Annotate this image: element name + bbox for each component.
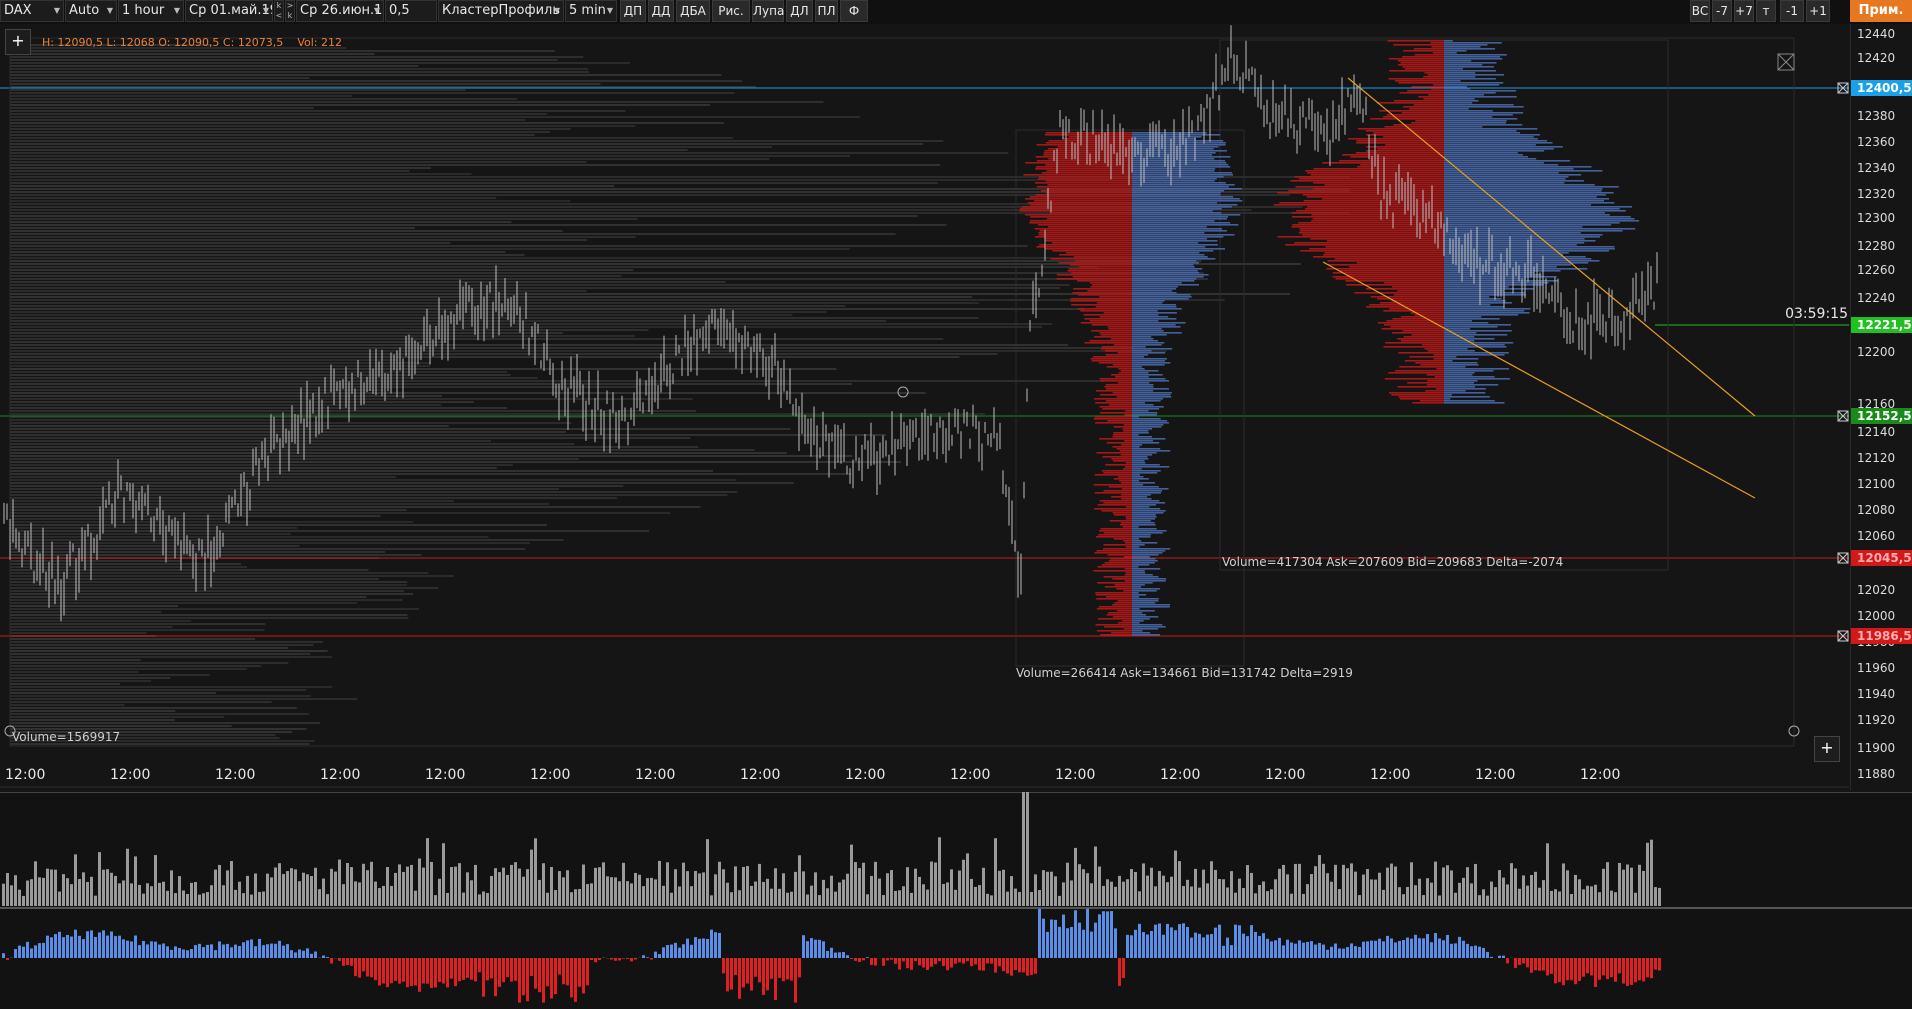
symbol-value: DAX [4,3,32,18]
tool-button-0[interactable]: ДП [620,0,646,22]
time-tick: 12:00 [110,767,151,783]
tick-size-input[interactable]: 0,5 [385,0,437,22]
time-tick: 12:00 [1475,767,1516,783]
tick-size-value: 0,5 [389,3,410,18]
price-tick: 11880 [1857,767,1896,781]
price-tick: 12240 [1857,291,1896,305]
profile-type-value: КластерПрофиль [442,3,560,18]
date-to-picker[interactable]: Ср 26.июн.19 ▼ [296,0,384,22]
time-tick: 12:00 [950,767,991,783]
tool-button-2[interactable]: ДБА [676,0,710,22]
date-from-value: Ср 01.май.19 [189,3,273,18]
time-tick: 12:00 [740,767,781,783]
ohlc-values: H: 12090,5 L: 12068 O: 12090,5 C: 12073,… [42,36,284,49]
date-from-picker[interactable]: Ср 01.май.19 ▼ [185,0,273,22]
date-shift-left-icon[interactable]: k < [274,0,284,22]
time-tick: 12:00 [1580,767,1621,783]
nav-button-2[interactable]: +7 [1734,0,1754,22]
nav-button-5[interactable]: +1 [1806,0,1830,22]
price-level-tag[interactable]: 11986,5 [1851,628,1912,644]
bar-countdown: 03:59:15 [1785,306,1848,322]
chevron-down-icon: ▼ [553,6,560,15]
chevron-down-icon: ▼ [53,6,60,15]
price-level-tag[interactable]: 12152,5 [1851,408,1912,424]
chevron-down-icon: ▼ [173,6,180,15]
price-tick: 12320 [1857,187,1896,201]
time-tick: 12:00 [1370,767,1411,783]
time-tick: 12:00 [425,767,466,783]
time-tick: 12:00 [845,767,886,783]
price-tick: 12420 [1857,51,1896,65]
volume-delta-panel [0,792,1912,1009]
price-tick: 12120 [1857,451,1896,465]
right-profile-stats: Volume=417304 Ask=207609 Bid=209683 Delt… [1222,555,1564,569]
time-tick: 12:00 [5,767,46,783]
tool-button-5[interactable]: ДЛ [786,0,813,22]
chevron-down-icon: ▼ [606,6,613,15]
price-tick: 12200 [1857,345,1896,359]
price-tick: 12060 [1857,529,1896,543]
price-chart[interactable]: + + [0,24,1849,790]
nav-button-3[interactable]: т [1756,0,1776,22]
timeframe-value: 1 hour [122,3,165,18]
date-shift-right-icon[interactable]: > k [285,0,295,22]
nav-button-0[interactable]: ВС [1690,0,1710,22]
time-tick: 12:00 [1265,767,1306,783]
price-tick: 12280 [1857,239,1896,253]
time-tick: 12:00 [215,767,256,783]
price-tick: 12080 [1857,503,1896,517]
date-to-value: Ср 26.июн.19 [300,3,384,18]
left-profile-volume: Volume=1569917 [12,730,121,744]
profile-type-select[interactable]: КластерПрофиль ▼ [438,0,564,22]
scale-mode-value: Auto [69,3,100,18]
price-tick: 12440 [1857,27,1896,41]
nav-button-1[interactable]: -7 [1712,0,1732,22]
add-panel-button[interactable]: + [1814,736,1840,762]
time-tick: 12:00 [635,767,676,783]
scale-mode-select[interactable]: Auto ▼ [65,0,117,22]
chevron-down-icon: ▼ [262,6,269,15]
price-tick: 12260 [1857,263,1896,277]
price-tick: 12020 [1857,583,1896,597]
tool-button-1[interactable]: ДД [648,0,674,22]
chevron-down-icon: ▼ [106,6,113,15]
tool-button-7[interactable]: Ф [840,0,868,22]
cluster-period-value: 5 min [569,3,606,18]
chevron-down-icon: ▼ [373,6,380,15]
symbol-select[interactable]: DAX ▼ [0,0,64,22]
price-level-tag[interactable]: 12045,5 [1851,550,1912,566]
price-tick: 12000 [1857,609,1896,623]
add-indicator-button[interactable]: + [5,29,31,55]
price-tick: 11920 [1857,713,1896,727]
tool-button-6[interactable]: ПЛ [815,0,838,22]
time-tick: 12:00 [530,767,571,783]
price-tick: 12340 [1857,161,1896,175]
price-tick: 11900 [1857,741,1896,755]
price-tick: 11940 [1857,687,1896,701]
toolbar: DAX ▼ Auto ▼ 1 hour ▼ Ср 01.май.19 ▼ k < > k С… [0,0,1912,24]
price-axis[interactable]: 12440 12420 12380 12360 12340 12320 12300 12280… [1850,24,1912,790]
time-tick: 12:00 [1160,767,1201,783]
time-tick: 12:00 [320,767,361,783]
middle-profile-stats: Volume=266414 Ask=134661 Bid=131742 Delt… [1016,666,1353,680]
apply-button[interactable]: Прим. [1850,0,1912,22]
price-level-tag[interactable]: 12221,5 [1851,317,1912,333]
price-tick: 11960 [1857,661,1896,675]
price-tick: 12140 [1857,425,1896,439]
cluster-period-select[interactable]: 5 min ▼ [565,0,617,22]
ohlc-readout: H: 12090,5 L: 12068 O: 12090,5 C: 12073,… [42,36,342,49]
price-chart-canvas [0,24,1849,790]
price-tick: 12360 [1857,135,1896,149]
time-tick: 12:00 [1055,767,1096,783]
price-level-tag[interactable]: 12400,5 [1851,80,1912,96]
tool-button-4[interactable]: Лупа [752,0,784,22]
tool-button-3[interactable]: Рис. [712,0,750,22]
price-tick: 12300 [1857,211,1896,225]
timeframe-select[interactable]: 1 hour ▼ [118,0,184,22]
nav-button-4[interactable]: -1 [1780,0,1804,22]
price-tick: 12380 [1857,109,1896,123]
bar-volume: Vol: 212 [297,36,342,49]
price-tick: 12100 [1857,477,1896,491]
